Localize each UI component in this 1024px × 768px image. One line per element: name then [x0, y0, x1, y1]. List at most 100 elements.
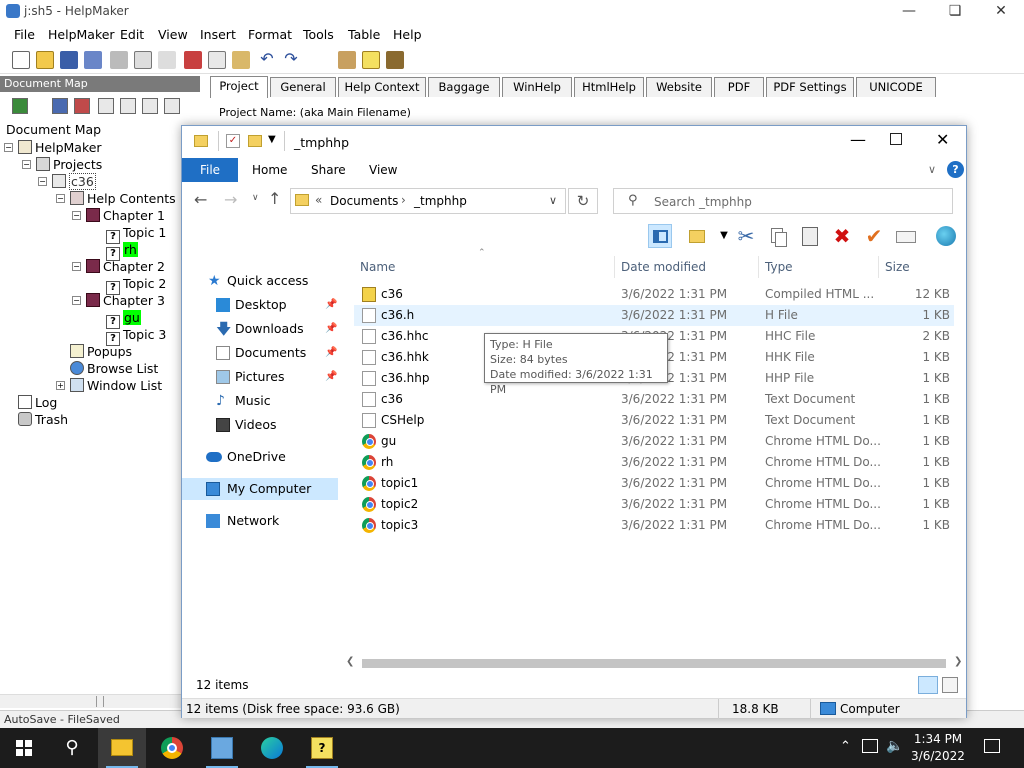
tab-winhelp[interactable]: WinHelp: [502, 77, 572, 97]
collapse-toggle[interactable]: −: [38, 177, 47, 186]
maximize-button[interactable]: ❏: [932, 0, 978, 24]
network-icon[interactable]: [862, 739, 878, 753]
add-topic-icon[interactable]: [12, 98, 28, 114]
menu-edit[interactable]: Edit: [120, 27, 144, 42]
start-button[interactable]: [0, 728, 48, 768]
expand-toggle[interactable]: +: [56, 381, 65, 390]
redo-icon[interactable]: ↷: [282, 51, 300, 69]
tree-node-chapter-3[interactable]: Chapter 3: [86, 292, 165, 309]
tree-node-rh[interactable]: ? rh: [106, 241, 138, 261]
table-row[interactable]: gu 3/6/2022 1:31 PM Chrome HTML Do... 1 …: [354, 431, 954, 452]
menu-help[interactable]: Help: [393, 27, 422, 42]
tree-node-trash[interactable]: Trash: [18, 411, 68, 428]
column-header-size[interactable]: Size: [885, 260, 910, 274]
recent-locations-chevron-icon[interactable]: ∨: [252, 193, 259, 203]
menu-tools[interactable]: Tools: [303, 27, 334, 42]
edit-tree-icon[interactable]: [52, 98, 68, 114]
scroll-thumb[interactable]: [96, 696, 104, 707]
tree-node-popups[interactable]: Popups: [70, 343, 132, 360]
chevron-down-icon[interactable]: ∨: [928, 163, 936, 176]
globe-icon[interactable]: [934, 224, 958, 248]
close-button[interactable]: ✕: [978, 0, 1024, 24]
notification-icon[interactable]: [984, 739, 1000, 753]
up-arrow-icon[interactable]: ↑: [268, 189, 281, 208]
menu-table[interactable]: Table: [348, 27, 380, 42]
pin-icon[interactable]: 📌: [325, 318, 337, 340]
view-options-icon[interactable]: [685, 224, 709, 248]
properties-icon[interactable]: [894, 224, 918, 248]
search-input[interactable]: ⚲ Search _tmphhp: [613, 188, 953, 214]
save-all-icon[interactable]: [84, 51, 102, 69]
help-icon[interactable]: ?: [947, 161, 964, 178]
breadcrumb-documents[interactable]: Documents: [330, 194, 398, 208]
spellcheck-icon[interactable]: [158, 51, 176, 69]
open-folder-icon[interactable]: [36, 51, 54, 69]
menu-format[interactable]: Format: [248, 27, 292, 42]
taskbar-chrome[interactable]: [148, 728, 196, 768]
details-view-icon[interactable]: [918, 676, 938, 694]
collapse-toggle[interactable]: −: [72, 262, 81, 271]
tree-node-topic-3[interactable]: ? Topic 3: [106, 326, 166, 346]
explorer-maximize-button[interactable]: [890, 133, 902, 145]
refresh-icon[interactable]: ↻: [568, 188, 598, 214]
taskbar-file-explorer[interactable]: [98, 728, 146, 768]
ribbon-share-tab[interactable]: Share: [311, 163, 346, 177]
taskbar-edge[interactable]: [248, 728, 296, 768]
tab-pdf-settings[interactable]: PDF Settings: [766, 77, 854, 97]
collapse-toggle[interactable]: −: [4, 143, 13, 152]
preview-pane-icon[interactable]: [648, 224, 672, 248]
tree-node-log[interactable]: Log: [18, 394, 57, 411]
pin-icon[interactable]: 📌: [325, 294, 337, 316]
tab-general[interactable]: General: [270, 77, 336, 97]
cut-icon[interactable]: [184, 51, 202, 69]
table-row[interactable]: c36 3/6/2022 1:31 PM Compiled HTML ... 1…: [354, 284, 954, 305]
scroll-thumb[interactable]: [362, 659, 946, 668]
scroll-left-icon[interactable]: ❮: [346, 656, 354, 667]
back-arrow-icon[interactable]: ←: [194, 190, 207, 209]
speaker-icon[interactable]: 🔈: [886, 738, 903, 754]
column-divider[interactable]: [878, 256, 879, 278]
forward-arrow-icon[interactable]: →: [224, 190, 237, 209]
large-icons-view-icon[interactable]: [942, 677, 958, 693]
address-overflow[interactable]: «: [315, 193, 322, 207]
menu-view[interactable]: View: [158, 27, 188, 42]
nav-network[interactable]: Network: [182, 510, 338, 532]
print-icon[interactable]: [110, 51, 128, 69]
table-row[interactable]: topic3 3/6/2022 1:31 PM Chrome HTML Do..…: [354, 515, 954, 536]
nav-pictures[interactable]: Pictures 📌: [182, 366, 338, 388]
rename-check-icon[interactable]: ✔: [862, 224, 886, 248]
tree-node-gu[interactable]: ? gu: [106, 309, 141, 329]
tree-node-topic-1[interactable]: ? Topic 1: [106, 224, 166, 244]
nav-my-computer[interactable]: My Computer: [182, 478, 338, 500]
books-icon[interactable]: [386, 51, 404, 69]
address-bar[interactable]: « Documents › _tmphhp ∨: [290, 188, 566, 214]
nav-desktop[interactable]: Desktop 📌: [182, 294, 338, 316]
explorer-close-button[interactable]: ✕: [936, 130, 949, 149]
new-folder-icon[interactable]: [248, 135, 262, 147]
paste-icon[interactable]: [232, 51, 250, 69]
view-options-dropdown-icon[interactable]: ▼: [712, 224, 736, 248]
table-row[interactable]: topic1 3/6/2022 1:31 PM Chrome HTML Do..…: [354, 473, 954, 494]
list-icon[interactable]: [74, 98, 90, 114]
properties-icon[interactable]: ✓: [226, 134, 240, 148]
scroll-right-icon[interactable]: ❯: [954, 656, 962, 667]
tree-node-projects[interactable]: Projects: [36, 156, 102, 173]
tree-node-helpmaker[interactable]: HelpMaker: [18, 139, 102, 156]
taskbar-help-workshop[interactable]: ?: [298, 728, 346, 768]
column-header-name[interactable]: Name: [360, 260, 395, 274]
nav-music[interactable]: ♪ Music: [182, 390, 338, 412]
tree-node-chapter-1[interactable]: Chapter 1: [86, 207, 165, 224]
column-divider[interactable]: [614, 256, 615, 278]
quick-access-toolbar-dropdown-icon[interactable]: ▼: [268, 134, 276, 145]
ribbon-file-tab[interactable]: File: [182, 158, 238, 182]
menu-file[interactable]: File: [14, 27, 35, 42]
tab-unicode[interactable]: UNICODE: [856, 77, 936, 97]
table-row[interactable]: topic2 3/6/2022 1:31 PM Chrome HTML Do..…: [354, 494, 954, 515]
compile-icon[interactable]: [338, 51, 356, 69]
pin-icon[interactable]: 📌: [325, 342, 337, 364]
menu-insert[interactable]: Insert: [200, 27, 236, 42]
cut-icon[interactable]: ✂: [734, 224, 758, 248]
nav-downloads[interactable]: 🡇 Downloads 📌: [182, 318, 338, 340]
nav-videos[interactable]: Videos: [182, 414, 338, 436]
nav-quick-access[interactable]: ★ Quick access: [182, 270, 338, 292]
